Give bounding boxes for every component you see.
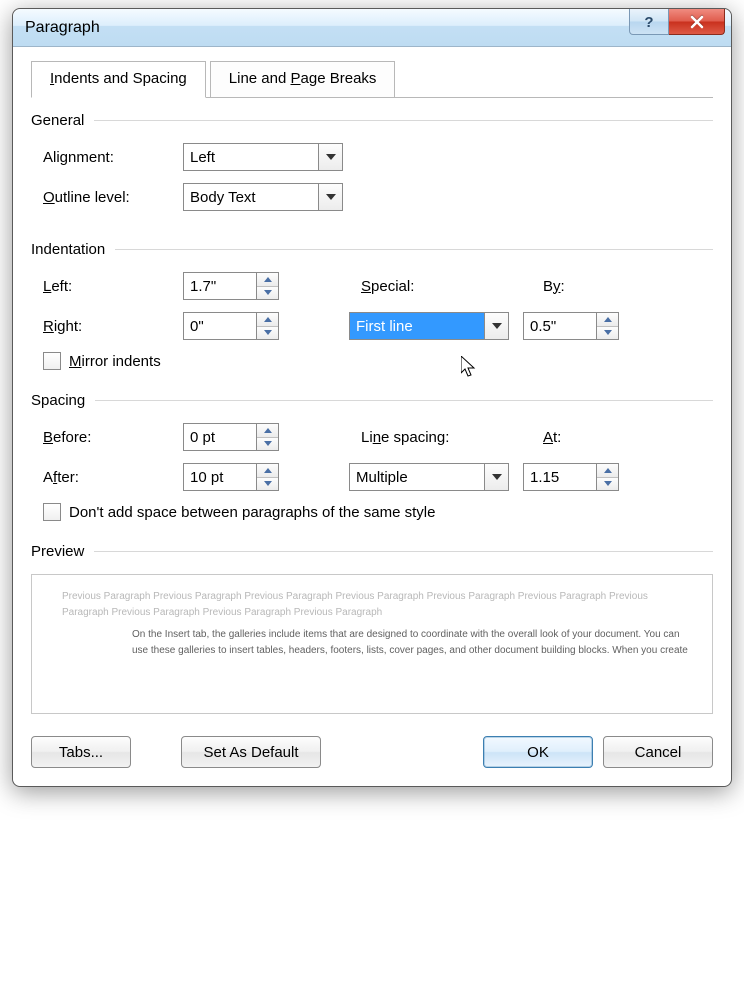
- divider: [94, 551, 713, 552]
- at-spinner[interactable]: 1.15: [523, 463, 619, 491]
- linespacing-combo[interactable]: Multiple: [349, 463, 509, 491]
- by-value: 0.5": [524, 313, 596, 339]
- dont-add-space-checkbox[interactable]: [43, 503, 61, 521]
- tab-label: Indents and Spacing: [50, 70, 187, 87]
- paragraph-dialog: Paragraph ? Indents and Spacing Line and…: [12, 8, 732, 787]
- help-button[interactable]: ?: [629, 9, 669, 35]
- spin-down-icon[interactable]: [597, 327, 618, 340]
- indent-left-value: 1.7": [184, 273, 256, 299]
- after-label: After:: [43, 469, 183, 486]
- mirror-indents-checkbox[interactable]: [43, 352, 61, 370]
- spin-down-icon[interactable]: [257, 438, 278, 451]
- group-header-label: General: [31, 112, 84, 129]
- after-spinner[interactable]: 10 pt: [183, 463, 279, 491]
- divider: [115, 249, 713, 250]
- outline-value: Body Text: [184, 184, 318, 210]
- spin-up-icon[interactable]: [257, 273, 278, 287]
- group-indentation: Indentation Left: 1.7" Special: By: Righ…: [31, 241, 713, 370]
- dropdown-icon[interactable]: [318, 184, 342, 210]
- preview-grey-text: Previous Paragraph Previous Paragraph Pr…: [62, 589, 694, 621]
- cancel-button[interactable]: Cancel: [603, 736, 713, 768]
- preview-dark-text: On the Insert tab, the galleries include…: [132, 627, 694, 659]
- set-default-button[interactable]: Set As Default: [181, 736, 321, 768]
- at-label: At:: [543, 429, 561, 446]
- linespacing-value: Multiple: [350, 464, 484, 490]
- spin-down-icon[interactable]: [257, 478, 278, 491]
- spin-up-icon[interactable]: [597, 313, 618, 327]
- close-button[interactable]: [669, 9, 725, 35]
- group-header-label: Indentation: [31, 241, 105, 258]
- group-preview: Preview Previous Paragraph Previous Para…: [31, 543, 713, 714]
- indent-right-value: 0": [184, 313, 256, 339]
- outline-combo[interactable]: Body Text: [183, 183, 343, 211]
- spin-up-icon[interactable]: [257, 424, 278, 438]
- cursor-icon: [461, 356, 479, 380]
- indent-right-label: Right:: [43, 318, 183, 335]
- special-label: Special:: [361, 278, 531, 295]
- spin-down-icon[interactable]: [597, 478, 618, 491]
- tab-strip: Indents and Spacing Line and Page Breaks: [31, 61, 713, 98]
- linespacing-label: Line spacing:: [361, 429, 531, 446]
- indent-right-spinner[interactable]: 0": [183, 312, 279, 340]
- alignment-value: Left: [184, 144, 318, 170]
- by-label: By:: [543, 278, 565, 295]
- spin-down-icon[interactable]: [257, 327, 278, 340]
- mirror-indents-label: Mirror indents: [69, 353, 161, 370]
- tab-label: Line and Page Breaks: [229, 70, 377, 87]
- spin-down-icon[interactable]: [257, 287, 278, 300]
- preview-box: Previous Paragraph Previous Paragraph Pr…: [31, 574, 713, 714]
- before-value: 0 pt: [184, 424, 256, 450]
- dropdown-icon[interactable]: [484, 313, 508, 339]
- window-title: Paragraph: [25, 19, 100, 37]
- titlebar[interactable]: Paragraph ?: [13, 9, 731, 47]
- svg-text:?: ?: [644, 14, 653, 30]
- special-combo[interactable]: First line: [349, 312, 509, 340]
- group-header-label: Preview: [31, 543, 84, 560]
- group-header-label: Spacing: [31, 392, 85, 409]
- dropdown-icon[interactable]: [318, 144, 342, 170]
- before-spinner[interactable]: 0 pt: [183, 423, 279, 451]
- dont-add-space-label: Don't add space between paragraphs of th…: [69, 504, 435, 521]
- tabs-button[interactable]: Tabs...: [31, 736, 131, 768]
- indent-left-spinner[interactable]: 1.7": [183, 272, 279, 300]
- by-spinner[interactable]: 0.5": [523, 312, 619, 340]
- spin-up-icon[interactable]: [257, 313, 278, 327]
- spin-up-icon[interactable]: [597, 464, 618, 478]
- indent-left-label: Left:: [43, 278, 183, 295]
- group-general: General Alignment: Left Outline level: B…: [31, 112, 713, 211]
- alignment-label: Alignment:: [43, 149, 183, 166]
- divider: [95, 400, 713, 401]
- group-spacing: Spacing Before: 0 pt Line spacing: At: A…: [31, 392, 713, 521]
- at-value: 1.15: [524, 464, 596, 490]
- outline-label: Outline level:: [43, 189, 183, 206]
- dropdown-icon[interactable]: [484, 464, 508, 490]
- dialog-buttons: Tabs... Set As Default OK Cancel: [31, 736, 713, 768]
- special-value: First line: [350, 313, 484, 339]
- divider: [94, 120, 713, 121]
- spin-up-icon[interactable]: [257, 464, 278, 478]
- after-value: 10 pt: [184, 464, 256, 490]
- tab-line-page-breaks[interactable]: Line and Page Breaks: [210, 61, 396, 97]
- ok-button[interactable]: OK: [483, 736, 593, 768]
- before-label: Before:: [43, 429, 183, 446]
- alignment-combo[interactable]: Left: [183, 143, 343, 171]
- tab-indents-spacing[interactable]: Indents and Spacing: [31, 61, 206, 98]
